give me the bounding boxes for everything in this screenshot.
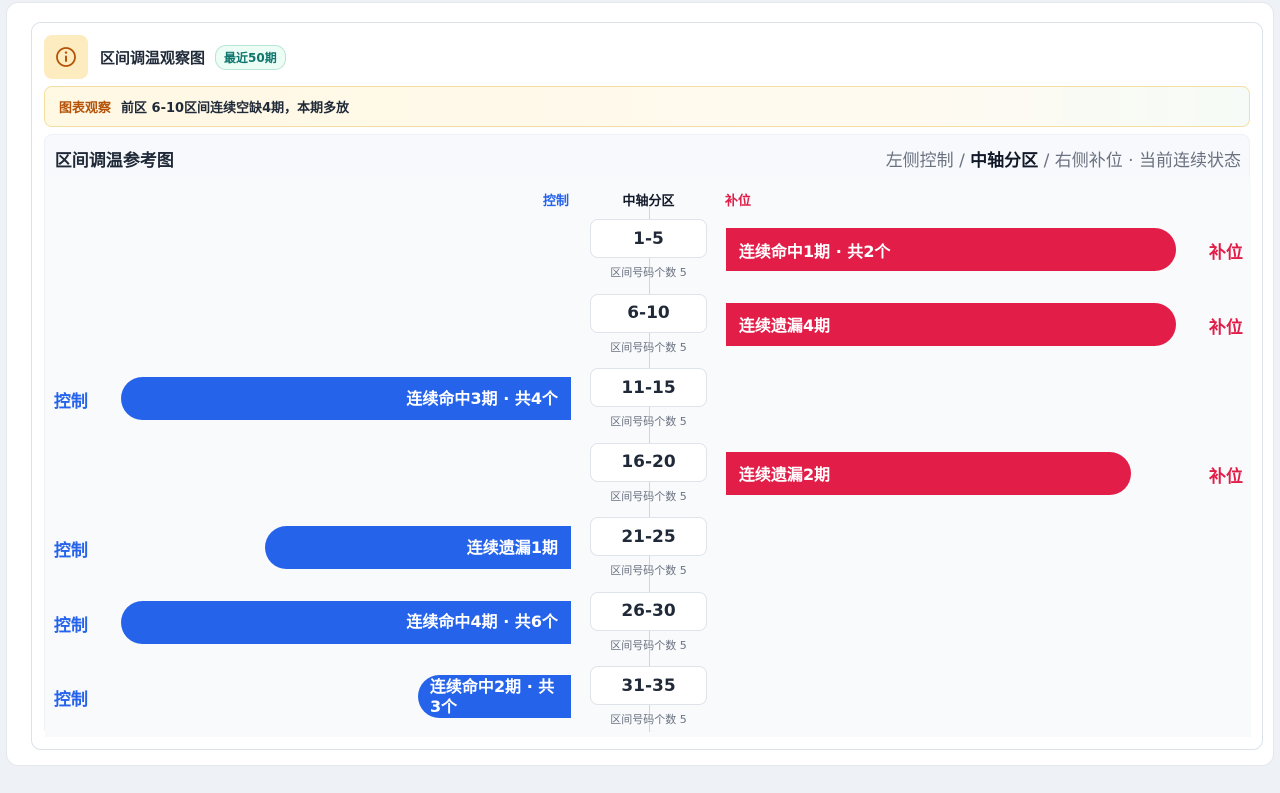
fill-bar: 连续命中1期 · 共2个 [726, 228, 1176, 271]
legend-left: 左侧控制 [885, 151, 954, 171]
period-badge: 最近50期 [215, 44, 286, 70]
zone-range-chip: 26-30 [590, 591, 707, 631]
control-label: 控制 [54, 690, 88, 710]
zone-range-chip: 21-25 [590, 517, 707, 556]
column-head-control: 控制 [543, 194, 570, 209]
zone-row: 1-5 区间号码个数 5 连续命中1期 · 共2个 补位 [45, 219, 1251, 293]
zone-row: 31-35 区间号码个数 5 连续命中2期 · 共3个 控制 [45, 666, 1251, 740]
zone-count-label: 区间号码个数 5 [610, 340, 687, 354]
zone-count-label: 区间号码个数 5 [610, 415, 687, 428]
zone-row: 6-10 区间号码个数 5 连续遗漏4期 补位 [45, 293, 1251, 368]
zone-row: 11-15 区间号码个数 5 连续命中3期 · 共4个 控制 [45, 368, 1251, 442]
observation-text: 前区 6-10区间连续空缺4期，本期多放 [121, 101, 350, 116]
legend-right: 右侧补位 [1054, 151, 1123, 171]
zone-range-chip: 1-5 [590, 219, 707, 258]
panel-legend: 左侧控制 / 中轴分区 / 右侧补位 · 当前连续状态 [886, 146, 1241, 171]
zone-range-chip: 31-35 [590, 666, 707, 705]
zone-range-chip: 16-20 [590, 442, 707, 482]
control-bar: 连续命中4期 · 共6个 [121, 600, 571, 644]
fill-label: 补位 [1209, 466, 1243, 487]
zone-row: 26-30 区间号码个数 5 连续命中4期 · 共6个 控制 [45, 591, 1251, 666]
zone-count-label: 区间号码个数 5 [610, 638, 687, 652]
column-head-fill: 补位 [725, 194, 752, 209]
chart-panel: 区间调温参考图 左侧控制 / 中轴分区 / 右侧补位 · 当前连续状态 控制 中… [44, 134, 1251, 737]
legend-state: 当前连续状态 [1139, 151, 1241, 171]
fill-label: 补位 [1209, 243, 1243, 263]
control-bar: 连续遗漏1期 [265, 526, 571, 569]
zone-plot: 控制 中轴分区 补位 1-5 区间号码个数 5 连续命中1期 · 共2个 补位 6-10… [45, 177, 1251, 737]
zone-range-chip: 11-15 [590, 368, 707, 407]
zone-range-chip: 6-10 [590, 293, 707, 333]
column-head-center: 中轴分区 [622, 194, 675, 209]
legend-dot: · [1122, 151, 1139, 171]
card-title: 区间调温观察图 [100, 48, 206, 67]
legend-separator: / [1038, 151, 1055, 171]
zone-count-label: 区间号码个数 5 [610, 266, 687, 279]
legend-separator: / [953, 151, 971, 171]
chart-card: 区间调温观察图 最近50期 图表观察 前区 6-10区间连续空缺4期，本期多放 … [31, 22, 1263, 750]
control-bar: 连续命中2期 · 共3个 [418, 675, 571, 718]
control-label: 控制 [54, 541, 88, 561]
zone-row: 21-25 区间号码个数 5 连续遗漏1期 控制 [45, 517, 1251, 591]
zone-count-label: 区间号码个数 5 [610, 489, 687, 503]
control-label: 控制 [54, 392, 88, 412]
zone-count-label: 区间号码个数 5 [610, 713, 687, 726]
legend-center: 中轴分区 [970, 151, 1039, 171]
page-frame: 区间调温观察图 最近50期 图表观察 前区 6-10区间连续空缺4期，本期多放 … [6, 2, 1274, 766]
observation-banner: 图表观察 前区 6-10区间连续空缺4期，本期多放 [44, 86, 1250, 127]
zone-row: 16-20 区间号码个数 5 连续遗漏2期 补位 [45, 442, 1251, 517]
control-bar: 连续命中3期 · 共4个 [121, 377, 571, 420]
card-header: 区间调温观察图 最近50期 [44, 35, 286, 79]
zone-count-label: 区间号码个数 5 [610, 564, 687, 577]
control-label: 控制 [54, 615, 88, 636]
info-icon [44, 35, 88, 79]
fill-label: 补位 [1209, 317, 1243, 338]
panel-title: 区间调温参考图 [55, 151, 174, 171]
fill-bar: 连续遗漏2期 [726, 451, 1131, 495]
observation-label: 图表观察 [59, 101, 112, 116]
fill-bar: 连续遗漏4期 [726, 302, 1176, 346]
